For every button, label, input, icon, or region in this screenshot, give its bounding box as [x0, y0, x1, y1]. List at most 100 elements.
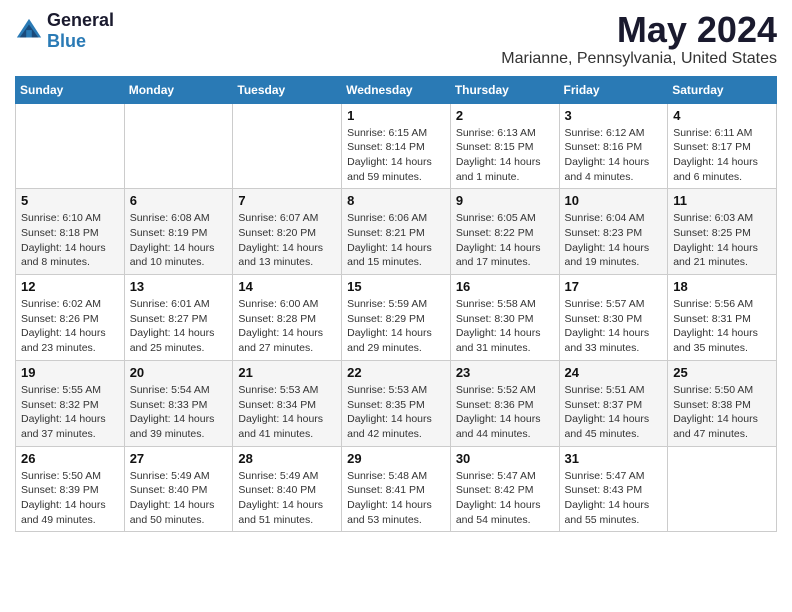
day-number: 14	[238, 279, 336, 294]
day-number: 31	[565, 451, 663, 466]
day-info: Sunrise: 6:00 AMSunset: 8:28 PMDaylight:…	[238, 297, 336, 356]
day-number: 20	[130, 365, 228, 380]
week-row-1: 1Sunrise: 6:15 AMSunset: 8:14 PMDaylight…	[16, 103, 777, 189]
day-info: Sunrise: 5:48 AMSunset: 8:41 PMDaylight:…	[347, 469, 445, 528]
calendar-cell: 25Sunrise: 5:50 AMSunset: 8:38 PMDayligh…	[668, 360, 777, 446]
week-row-4: 19 Sunrise: 5:55 AMSunset: 8:32 PMDayligh…	[16, 360, 777, 446]
day-info: Sunrise: 5:49 AMSunset: 8:40 PMDaylight:…	[130, 469, 228, 528]
day-info: Sunrise: 5:52 AMSunset: 8:36 PMDaylight:…	[456, 383, 554, 442]
day-number: 8	[347, 193, 445, 208]
day-number: 1	[347, 108, 445, 123]
day-number: 28	[238, 451, 336, 466]
day-number: 7	[238, 193, 336, 208]
day-number: 21	[238, 365, 336, 380]
week-row-5: 26 Sunrise: 5:50 AMSunset: 8:39 PMDayligh…	[16, 446, 777, 532]
calendar-cell: 27 Sunrise: 5:49 AMSunset: 8:40 PMDayligh…	[124, 446, 233, 532]
calendar-cell: 24 Sunrise: 5:51 AMSunset: 8:37 PMDayligh…	[559, 360, 668, 446]
calendar-cell: 23 Sunrise: 5:52 AMSunset: 8:36 PMDayligh…	[450, 360, 559, 446]
calendar-cell: 4 Sunrise: 6:11 AMSunset: 8:17 PMDaylight…	[668, 103, 777, 189]
day-number: 16	[456, 279, 554, 294]
day-info: Sunrise: 5:49 AMSunset: 8:40 PMDaylight:…	[238, 469, 336, 528]
calendar-cell: 5Sunrise: 6:10 AMSunset: 8:18 PMDaylight…	[16, 189, 125, 275]
day-number: 12	[21, 279, 119, 294]
day-number: 30	[456, 451, 554, 466]
weekday-header-saturday: Saturday	[668, 76, 777, 103]
calendar-cell: 6 Sunrise: 6:08 AMSunset: 8:19 PMDaylight…	[124, 189, 233, 275]
weekday-header-wednesday: Wednesday	[342, 76, 451, 103]
calendar-cell: 3Sunrise: 6:12 AMSunset: 8:16 PMDaylight…	[559, 103, 668, 189]
day-info: Sunrise: 5:47 AMSunset: 8:42 PMDaylight:…	[456, 469, 554, 528]
month-title: May 2024	[501, 10, 777, 50]
calendar-cell	[16, 103, 125, 189]
day-number: 22	[347, 365, 445, 380]
calendar-cell: 31 Sunrise: 5:47 AMSunset: 8:43 PMDayligh…	[559, 446, 668, 532]
weekday-header-friday: Friday	[559, 76, 668, 103]
header: General Blue May 2024 Marianne, Pennsylv…	[15, 10, 777, 68]
calendar-cell: 21 Sunrise: 5:53 AMSunset: 8:34 PMDayligh…	[233, 360, 342, 446]
day-info: Sunrise: 5:51 AMSunset: 8:37 PMDaylight:…	[565, 383, 663, 442]
logo-blue: Blue	[47, 31, 86, 51]
day-info: Sunrise: 5:53 AMSunset: 8:35 PMDaylight:…	[347, 383, 445, 442]
logo: General Blue	[15, 10, 114, 52]
day-number: 9	[456, 193, 554, 208]
day-info: Sunrise: 5:53 AMSunset: 8:34 PMDaylight:…	[238, 383, 336, 442]
calendar-cell: 8 Sunrise: 6:06 AMSunset: 8:21 PMDaylight…	[342, 189, 451, 275]
day-number: 24	[565, 365, 663, 380]
day-number: 18	[673, 279, 771, 294]
day-number: 26	[21, 451, 119, 466]
calendar-cell: 12Sunrise: 6:02 AMSunset: 8:26 PMDayligh…	[16, 275, 125, 361]
calendar-cell: 11Sunrise: 6:03 AMSunset: 8:25 PMDayligh…	[668, 189, 777, 275]
calendar-cell: 7 Sunrise: 6:07 AMSunset: 8:20 PMDaylight…	[233, 189, 342, 275]
logo-general: General	[47, 10, 114, 30]
day-number: 4	[673, 108, 771, 123]
calendar-cell: 26 Sunrise: 5:50 AMSunset: 8:39 PMDayligh…	[16, 446, 125, 532]
weekday-header-monday: Monday	[124, 76, 233, 103]
day-number: 17	[565, 279, 663, 294]
weekday-header-thursday: Thursday	[450, 76, 559, 103]
calendar-cell: 9Sunrise: 6:05 AMSunset: 8:22 PMDaylight…	[450, 189, 559, 275]
calendar-cell: 20 Sunrise: 5:54 AMSunset: 8:33 PMDayligh…	[124, 360, 233, 446]
day-info: Sunrise: 6:12 AMSunset: 8:16 PMDaylight:…	[565, 126, 663, 185]
calendar-cell: 28 Sunrise: 5:49 AMSunset: 8:40 PMDayligh…	[233, 446, 342, 532]
day-info: Sunrise: 6:11 AMSunset: 8:17 PMDaylight:…	[673, 126, 771, 185]
day-info: Sunrise: 5:50 AMSunset: 8:39 PMDaylight:…	[21, 469, 119, 528]
day-number: 25	[673, 365, 771, 380]
day-info: Sunrise: 5:55 AMSunset: 8:32 PMDaylight:…	[21, 383, 119, 442]
day-info: Sunrise: 6:08 AMSunset: 8:19 PMDaylight:…	[130, 211, 228, 270]
day-number: 23	[456, 365, 554, 380]
day-number: 27	[130, 451, 228, 466]
calendar-cell: 2 Sunrise: 6:13 AMSunset: 8:15 PMDaylight…	[450, 103, 559, 189]
day-info: Sunrise: 5:59 AMSunset: 8:29 PMDaylight:…	[347, 297, 445, 356]
day-number: 15	[347, 279, 445, 294]
calendar-cell: 10Sunrise: 6:04 AMSunset: 8:23 PMDayligh…	[559, 189, 668, 275]
day-number: 19	[21, 365, 119, 380]
day-number: 13	[130, 279, 228, 294]
calendar-cell: 13 Sunrise: 6:01 AMSunset: 8:27 PMDayligh…	[124, 275, 233, 361]
day-info: Sunrise: 5:58 AMSunset: 8:30 PMDaylight:…	[456, 297, 554, 356]
day-number: 6	[130, 193, 228, 208]
calendar-cell	[668, 446, 777, 532]
calendar-cell: 16 Sunrise: 5:58 AMSunset: 8:30 PMDayligh…	[450, 275, 559, 361]
day-info: Sunrise: 5:56 AMSunset: 8:31 PMDaylight:…	[673, 297, 771, 356]
day-info: Sunrise: 6:06 AMSunset: 8:21 PMDaylight:…	[347, 211, 445, 270]
calendar-cell: 22 Sunrise: 5:53 AMSunset: 8:35 PMDayligh…	[342, 360, 451, 446]
day-info: Sunrise: 5:57 AMSunset: 8:30 PMDaylight:…	[565, 297, 663, 356]
weekday-header-sunday: Sunday	[16, 76, 125, 103]
day-info: Sunrise: 6:13 AMSunset: 8:15 PMDaylight:…	[456, 126, 554, 185]
calendar-cell	[233, 103, 342, 189]
day-number: 2	[456, 108, 554, 123]
calendar-cell: 1Sunrise: 6:15 AMSunset: 8:14 PMDaylight…	[342, 103, 451, 189]
day-info: Sunrise: 5:47 AMSunset: 8:43 PMDaylight:…	[565, 469, 663, 528]
day-info: Sunrise: 6:01 AMSunset: 8:27 PMDaylight:…	[130, 297, 228, 356]
day-info: Sunrise: 6:03 AMSunset: 8:25 PMDaylight:…	[673, 211, 771, 270]
title-area: May 2024 Marianne, Pennsylvania, United …	[501, 10, 777, 68]
calendar-table: SundayMondayTuesdayWednesdayThursdayFrid…	[15, 76, 777, 533]
day-info: Sunrise: 6:07 AMSunset: 8:20 PMDaylight:…	[238, 211, 336, 270]
calendar-cell: 18 Sunrise: 5:56 AMSunset: 8:31 PMDayligh…	[668, 275, 777, 361]
calendar-cell: 29Sunrise: 5:48 AMSunset: 8:41 PMDayligh…	[342, 446, 451, 532]
calendar-cell: 19 Sunrise: 5:55 AMSunset: 8:32 PMDayligh…	[16, 360, 125, 446]
day-info: Sunrise: 6:04 AMSunset: 8:23 PMDaylight:…	[565, 211, 663, 270]
day-number: 5	[21, 193, 119, 208]
day-info: Sunrise: 5:54 AMSunset: 8:33 PMDaylight:…	[130, 383, 228, 442]
weekday-header-tuesday: Tuesday	[233, 76, 342, 103]
